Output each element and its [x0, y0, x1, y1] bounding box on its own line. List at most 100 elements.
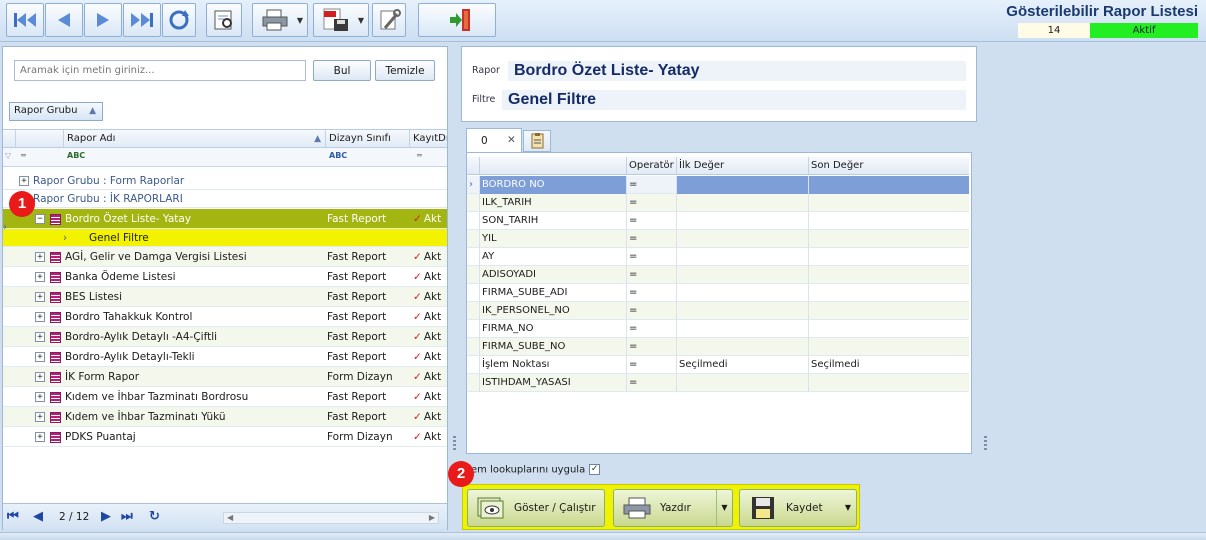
filter-first-value[interactable]	[676, 284, 808, 302]
filter-row[interactable]: İşlem Noktası = Seçilmedi Seçilmedi	[467, 356, 969, 374]
filter-row[interactable]: AY =	[467, 248, 969, 266]
refresh-button[interactable]	[162, 3, 196, 37]
filter-first-value[interactable]	[676, 212, 808, 230]
expand-icon[interactable]: +	[35, 372, 45, 382]
filter-first-value[interactable]	[676, 248, 808, 266]
next-page-icon[interactable]: ▶	[101, 509, 111, 524]
filter-operator[interactable]: =	[626, 266, 676, 284]
filter-first-value[interactable]	[676, 230, 808, 248]
expand-icon[interactable]: +	[35, 352, 45, 362]
expand-icon[interactable]: +	[35, 312, 45, 322]
filter-operator[interactable]: =	[626, 230, 676, 248]
filter-last-value[interactable]	[808, 212, 969, 230]
first-page-icon[interactable]: ⏮	[7, 509, 19, 524]
preview-button[interactable]	[206, 3, 242, 37]
expand-icon[interactable]: +	[19, 176, 29, 186]
group-by-chip[interactable]: Rapor Grubu ▲	[9, 102, 103, 121]
filter-last-value[interactable]	[808, 320, 969, 338]
filter-row[interactable]: ADISOYADI =	[467, 266, 969, 284]
filter-last-value[interactable]	[808, 266, 969, 284]
filter-operator[interactable]: =	[626, 194, 676, 212]
table-row[interactable]: + Bordro-Aylık Detaylı-Tekli Fast Report ✓ A…	[3, 347, 447, 367]
filter-first-value[interactable]	[676, 302, 808, 320]
expand-icon[interactable]: +	[35, 432, 45, 442]
expand-icon[interactable]: +	[35, 272, 45, 282]
filter-row[interactable]: › BORDRO NO =	[467, 176, 969, 194]
prev-page-icon[interactable]: ◀	[33, 509, 43, 524]
filter-row[interactable]: ILK_TARIH =	[467, 194, 969, 212]
filter-operator[interactable]: =	[626, 302, 676, 320]
expand-icon[interactable]: +	[35, 292, 45, 302]
filter-operator[interactable]: =	[626, 212, 676, 230]
last-record-button[interactable]	[123, 3, 161, 37]
filter-first-value[interactable]	[676, 176, 808, 194]
filter-row[interactable]: IK_PERSONEL_NO =	[467, 302, 969, 320]
scroll-left-icon[interactable]: ◀	[227, 513, 233, 522]
filter-last-value[interactable]	[808, 302, 969, 320]
previous-record-button[interactable]	[45, 3, 83, 37]
table-row[interactable]: + Kıdem ve İhbar Tazminatı Bordrosu Fast R…	[3, 387, 447, 407]
filter-operator[interactable]: =	[626, 356, 676, 374]
filter-operator[interactable]: =	[626, 320, 676, 338]
column-header-last-value[interactable]: Son Değer	[808, 157, 969, 175]
sub-row-genel-filtre[interactable]: › Genel Filtre	[3, 229, 447, 247]
filter-operator[interactable]: =	[626, 338, 676, 356]
filter-operator[interactable]: =	[626, 248, 676, 266]
pdf-save-dropdown-button[interactable]: ▼	[313, 3, 369, 37]
filter-first-value[interactable]	[676, 194, 808, 212]
filter-last-value[interactable]	[808, 194, 969, 212]
table-row[interactable]: + PDKS Puantaj Form Dizayn ✓ Akt	[3, 427, 447, 447]
filter-operator[interactable]: =	[626, 284, 676, 302]
exit-button[interactable]	[418, 3, 496, 37]
filter-row[interactable]: FIRMA_NO =	[467, 320, 969, 338]
filter-first-value[interactable]: Seçilmedi	[676, 356, 808, 374]
column-header-first-value[interactable]: İlk Değer	[676, 157, 808, 175]
filter-last-value[interactable]	[808, 230, 969, 248]
column-header-operator[interactable]: Operatör	[626, 157, 676, 175]
column-header-report-name[interactable]: Rapor Adı ▲	[63, 130, 325, 148]
filter-row[interactable]: YIL =	[467, 230, 969, 248]
expand-icon[interactable]: +	[35, 252, 45, 262]
filter-last-value[interactable]	[808, 284, 969, 302]
expand-icon[interactable]: +	[35, 412, 45, 422]
auto-filter-row[interactable]: ▽ ═ ABC ABC ═	[3, 148, 447, 167]
find-button[interactable]: Bul	[313, 60, 371, 81]
expand-icon[interactable]: +	[35, 392, 45, 402]
filter-row[interactable]: FIRMA_SUBE_ADI =	[467, 284, 969, 302]
collapse-icon[interactable]: −	[35, 214, 45, 224]
show-run-button[interactable]: Göster / Çalıştır	[467, 489, 605, 527]
tab-add-filter[interactable]	[523, 130, 551, 152]
print-dropdown-button[interactable]: ▼	[252, 3, 308, 37]
close-icon[interactable]: ✕	[507, 134, 516, 146]
filter-operator[interactable]: =	[626, 374, 676, 392]
save-button[interactable]: Kaydet ▼	[739, 489, 857, 527]
filter-first-value[interactable]	[676, 374, 808, 392]
filter-first-value[interactable]	[676, 338, 808, 356]
table-row[interactable]: + Banka Ödeme Listesi Fast Report ✓ Akt	[3, 267, 447, 287]
chevron-down-icon[interactable]: ▼	[716, 490, 732, 526]
filter-row[interactable]: FIRMA_SUBE_NO =	[467, 338, 969, 356]
horizontal-scrollbar[interactable]: ◀ ▶	[223, 512, 439, 524]
last-page-icon[interactable]: ⏭	[121, 509, 133, 524]
refresh-icon[interactable]: ↻	[149, 509, 160, 524]
expand-icon[interactable]: +	[35, 332, 45, 342]
filter-last-value[interactable]	[808, 248, 969, 266]
tools-button[interactable]	[372, 3, 406, 37]
chevron-down-icon[interactable]: ▼	[840, 490, 856, 526]
filter-last-value[interactable]	[808, 176, 969, 194]
apply-lookups-option[interactable]: em lookuplarını uygula ✓	[471, 464, 601, 476]
table-row[interactable]: + Kıdem ve İhbar Tazminatı Yükü Fast Repor…	[3, 407, 447, 427]
column-header-design-class[interactable]: Dizayn Sınıfı	[325, 130, 409, 148]
filter-operator[interactable]: =	[626, 176, 676, 194]
tab-filter-0[interactable]: 0 ✕	[466, 128, 522, 153]
next-record-button[interactable]	[84, 3, 122, 37]
table-row[interactable]: + BES Listesi Fast Report ✓ Akt	[3, 287, 447, 307]
filter-last-value[interactable]	[808, 374, 969, 392]
filter-first-value[interactable]	[676, 320, 808, 338]
splitter-handle[interactable]	[984, 436, 987, 450]
first-record-button[interactable]	[6, 3, 44, 37]
table-row[interactable]: + AGİ, Gelir ve Damga Vergisi Listesi Fast…	[3, 247, 447, 267]
clear-button[interactable]: Temizle	[375, 60, 435, 81]
table-row[interactable]: + İK Form Rapor Form Dizayn ✓ Akt	[3, 367, 447, 387]
filter-first-value[interactable]	[676, 266, 808, 284]
